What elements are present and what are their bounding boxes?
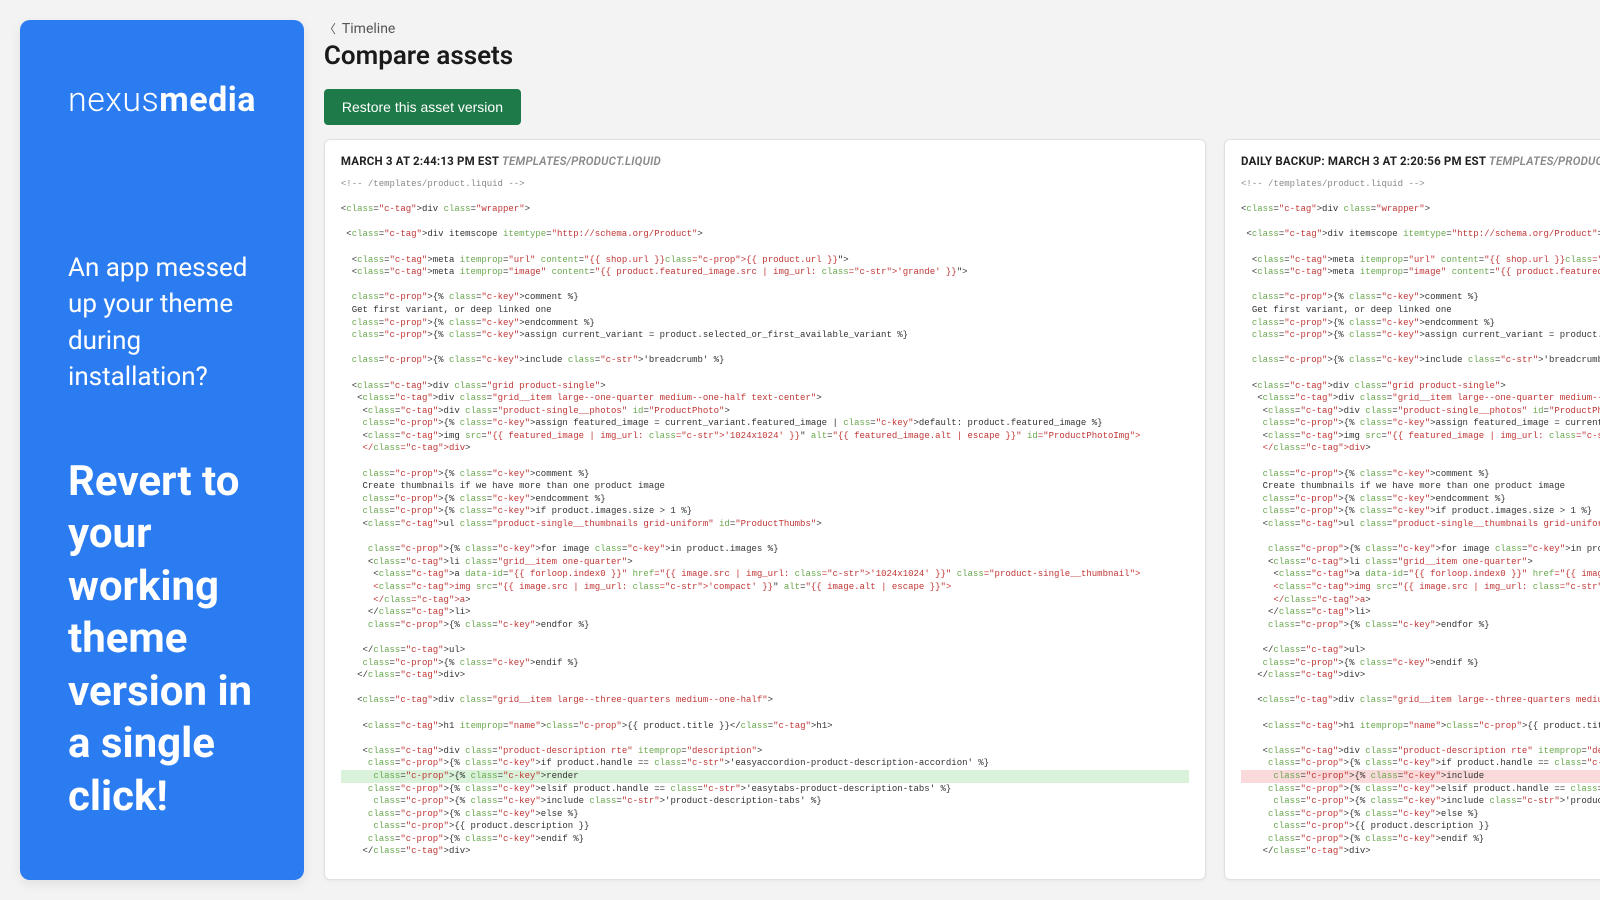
toolbar: Restore this asset version Choose compar… [324, 89, 1600, 125]
page-title: Compare assets [324, 41, 1600, 71]
main-content: 〈 Timeline Compare assets Restore this a… [324, 20, 1600, 880]
restore-button[interactable]: Restore this asset version [324, 89, 521, 125]
promo-sidebar: nexusmedia An app messed up your theme d… [20, 20, 304, 880]
right-pane: DAILY BACKUP: MARCH 3 AT 2:20:56 PM EST … [1224, 139, 1600, 880]
right-timestamp: DAILY BACKUP: MARCH 3 AT 2:20:56 PM EST [1241, 154, 1486, 168]
right-pane-header: DAILY BACKUP: MARCH 3 AT 2:20:56 PM EST … [1241, 154, 1600, 168]
chevron-left-icon: 〈 [324, 20, 336, 37]
left-pane-header: MARCH 3 AT 2:44:13 PM EST TEMPLATES/PROD… [341, 154, 1189, 168]
diff-panes: MARCH 3 AT 2:44:13 PM EST TEMPLATES/PROD… [324, 139, 1600, 880]
left-code-viewer[interactable]: <!-- /templates/product.liquid --> <clas… [341, 178, 1189, 865]
brand-logo: nexusmedia [68, 80, 256, 120]
left-pane: MARCH 3 AT 2:44:13 PM EST TEMPLATES/PROD… [324, 139, 1206, 880]
breadcrumb-label: Timeline [342, 21, 395, 37]
right-code-viewer[interactable]: <!-- /templates/product.liquid --> <clas… [1241, 178, 1600, 865]
promo-headline: Revert to your working theme version in … [68, 456, 256, 824]
brand-bold: media [159, 80, 256, 120]
left-path: TEMPLATES/PRODUCT.LIQUID [502, 154, 661, 168]
left-timestamp: MARCH 3 AT 2:44:13 PM EST [341, 154, 499, 168]
right-path: TEMPLATES/PRODUCT.LIQUID [1489, 154, 1600, 168]
brand-light: nexus [68, 80, 159, 120]
promo-tagline: An app messed up your theme during insta… [68, 250, 256, 396]
breadcrumb[interactable]: 〈 Timeline [324, 20, 1600, 37]
